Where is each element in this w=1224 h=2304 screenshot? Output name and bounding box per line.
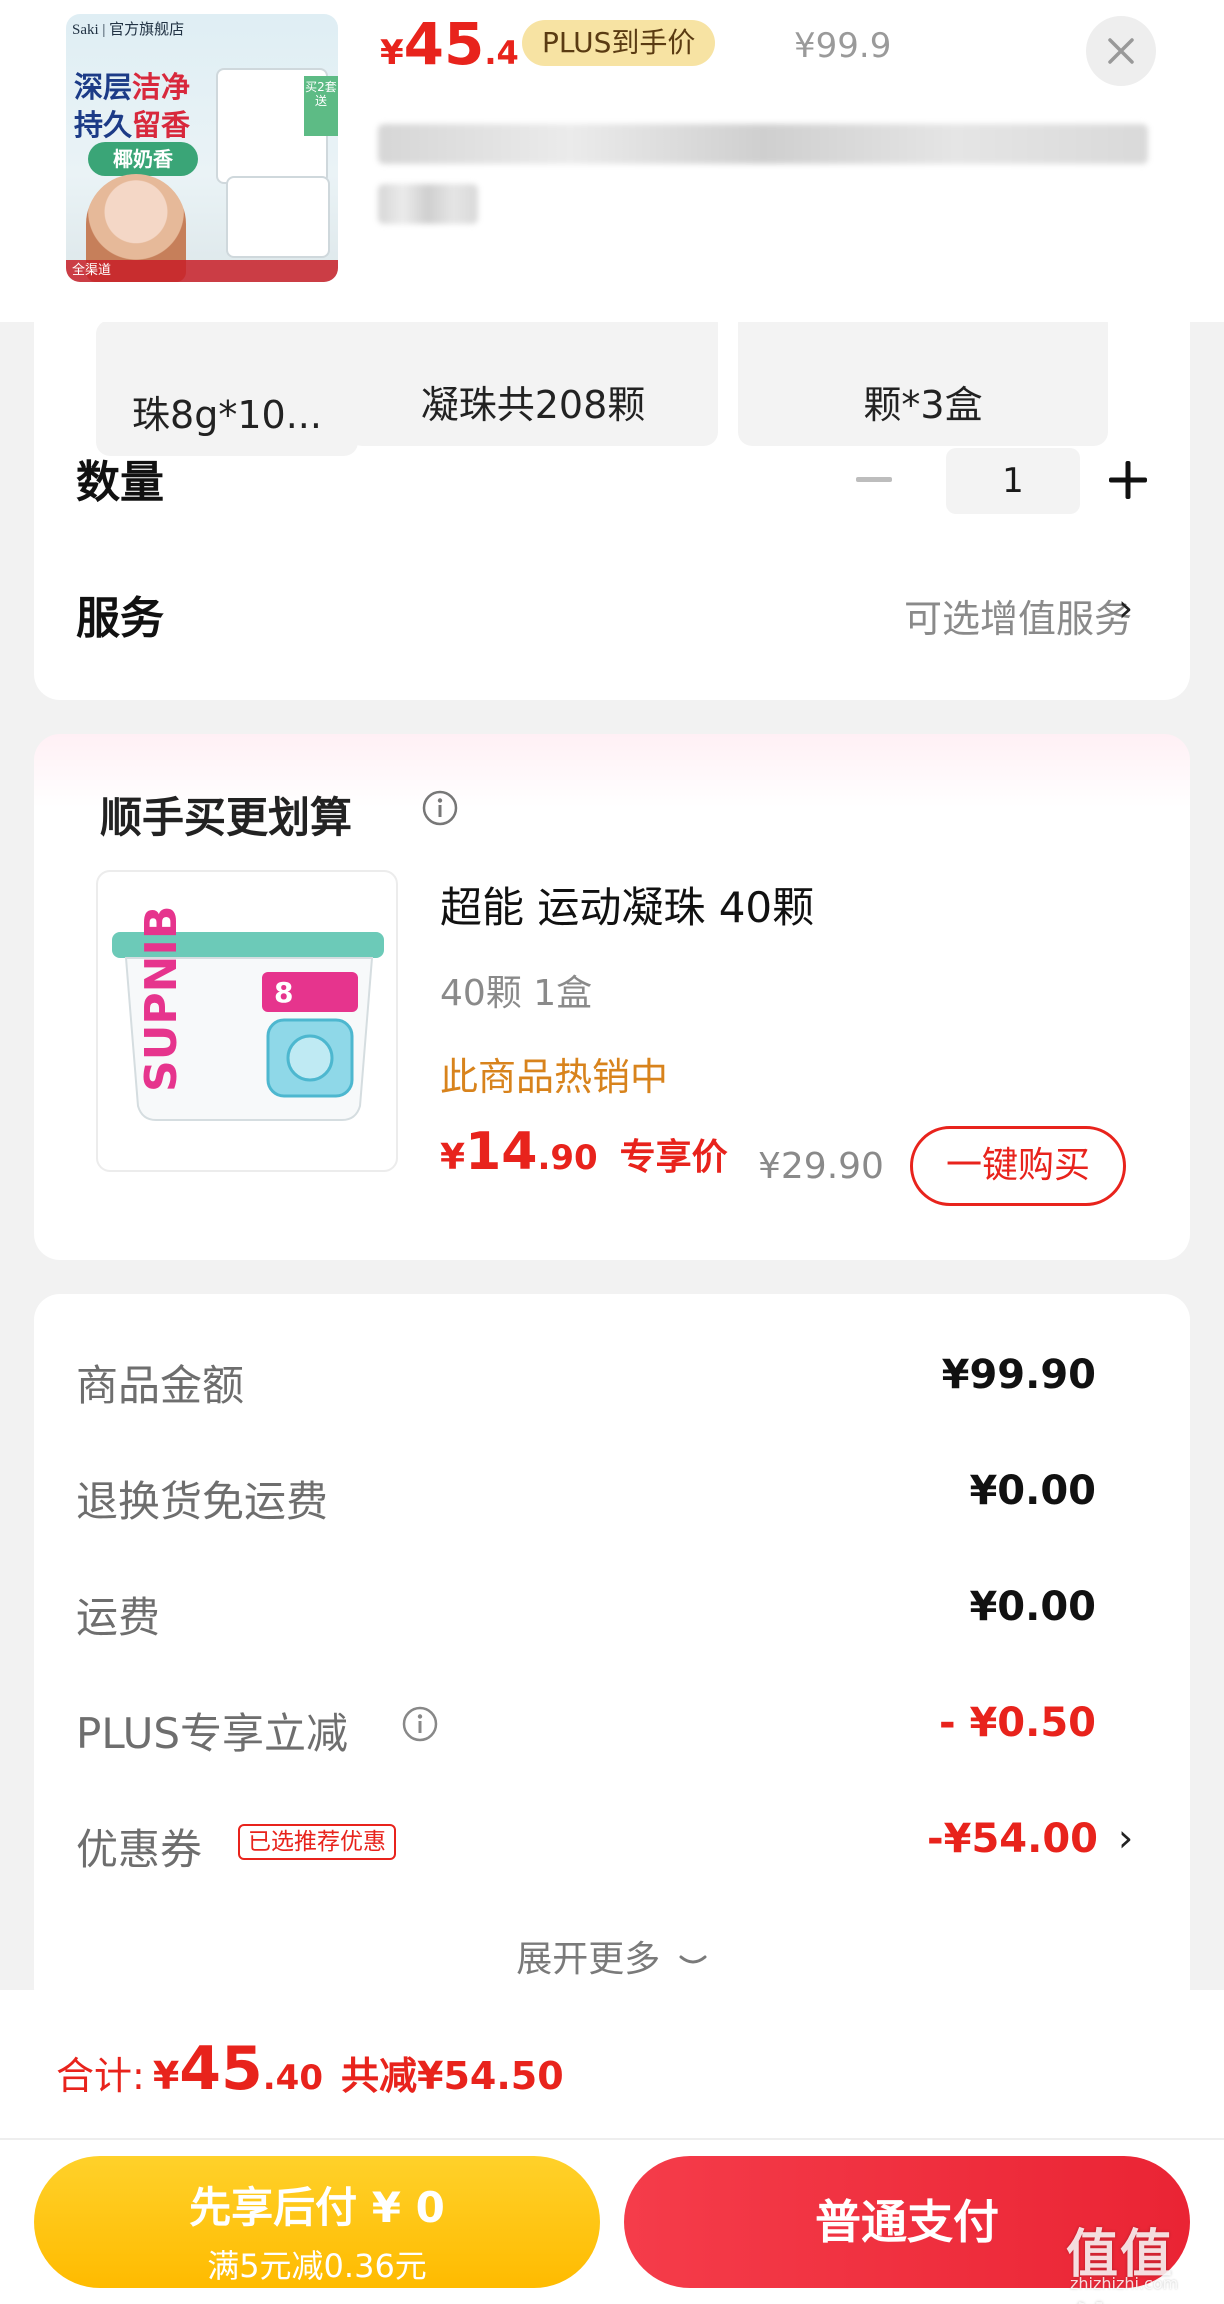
header-price: ¥ 45 .4 bbox=[380, 10, 519, 78]
divider bbox=[0, 2138, 1224, 2140]
detergent-tub-image: SUPNIB 8 bbox=[112, 906, 384, 1121]
product-header: Saki | 官方旗舰店 深层洁净 持久留香 椰奶香 买2套送 全渠道 ¥ 45… bbox=[0, 0, 1224, 322]
bundle-original-price: ¥29.90 bbox=[758, 1146, 884, 1187]
plus-price-tag: PLUS到手价 bbox=[522, 20, 716, 66]
chevron-right-icon[interactable]: › bbox=[1118, 1816, 1133, 1860]
spec-option-chip[interactable]: 凝珠共208颗 bbox=[348, 310, 718, 446]
summary-value-return-shipping: ¥0.00 bbox=[969, 1468, 1096, 1514]
coupon-recommended-tag: 已选推荐优惠 bbox=[238, 1824, 396, 1860]
summary-value-plus-discount: - ¥0.50 bbox=[938, 1700, 1096, 1746]
close-button[interactable] bbox=[1086, 16, 1156, 86]
quantity-label: 数量 bbox=[76, 457, 164, 508]
original-price: ¥99.9 bbox=[794, 26, 892, 66]
bundle-product-spec: 40颗 1盒 bbox=[440, 973, 593, 1014]
bundle-product-name[interactable]: 超能 运动凝珠 40颗 bbox=[440, 874, 814, 935]
summary-value-goods: ¥99.90 bbox=[941, 1352, 1096, 1398]
info-icon[interactable] bbox=[420, 788, 460, 828]
thumb-slogan-line2: 持久留香 bbox=[74, 108, 191, 142]
plus-icon bbox=[1109, 461, 1147, 499]
summary-label-shipping: 运费 bbox=[76, 1593, 161, 1642]
expand-more-button[interactable]: 展开更多 bbox=[34, 1930, 1190, 1982]
chevron-down-icon bbox=[679, 1955, 707, 1964]
product-thumbnail[interactable]: Saki | 官方旗舰店 深层洁净 持久留香 椰奶香 买2套送 全渠道 bbox=[66, 14, 338, 282]
summary-value-shipping: ¥0.00 bbox=[969, 1584, 1096, 1630]
site-watermark-url: zhizhizhi.com bbox=[1070, 2274, 1179, 2293]
thumb-slogan-line1: 深层洁净 bbox=[74, 70, 191, 104]
thumb-scent-badge: 椰奶香 bbox=[88, 142, 198, 176]
pay-later-subtitle: 满5元减0.36元 bbox=[207, 2247, 427, 2285]
svg-text:8: 8 bbox=[274, 976, 293, 1009]
svg-text:SUPNIB: SUPNIB bbox=[136, 906, 187, 1092]
summary-value-coupon[interactable]: -¥54.00 bbox=[927, 1816, 1098, 1862]
order-total: 合计: ¥ 45 .40 共减¥54.50 bbox=[56, 2034, 564, 2104]
thumb-footer: 全渠道 bbox=[66, 260, 338, 282]
bundle-title: 顺手买更划算 bbox=[100, 793, 353, 842]
pay-later-title: 先享后付 ¥ 0 bbox=[189, 2183, 445, 2232]
summary-label-plus-discount: PLUS专享立减 bbox=[76, 1709, 349, 1758]
thumb-brand: Saki | 官方旗舰店 bbox=[72, 22, 185, 38]
chevron-right-icon[interactable]: › bbox=[1118, 586, 1133, 630]
value-added-service-link[interactable]: 可选增值服务 bbox=[904, 588, 1132, 643]
quantity-increment-button[interactable] bbox=[1100, 452, 1156, 508]
pay-later-button[interactable]: 先享后付 ¥ 0 满5元减0.36元 bbox=[34, 2156, 600, 2288]
summary-label-goods: 商品金额 bbox=[76, 1361, 245, 1410]
summary-label-coupon[interactable]: 优惠券 bbox=[76, 1816, 202, 1877]
quantity-input[interactable]: 1 bbox=[946, 448, 1080, 514]
quantity-decrement-button[interactable] bbox=[846, 452, 902, 508]
info-icon[interactable] bbox=[400, 1704, 440, 1744]
service-label: 服务 bbox=[76, 593, 164, 644]
spec-option-chip[interactable]: 珠8g*10... bbox=[96, 320, 358, 456]
checkout-bar: 合计: ¥ 45 .40 共减¥54.50 先享后付 ¥ 0 满5元减0.36元… bbox=[0, 1990, 1224, 2304]
bundle-hot-label: 此商品热销中 bbox=[440, 1055, 669, 1099]
spec-option-chip[interactable]: 颗*3盒 bbox=[738, 310, 1108, 446]
price-summary-card: 商品金额 ¥99.90 退换货免运费 ¥0.00 运费 ¥0.00 PLUS专享… bbox=[34, 1294, 1190, 2014]
thumb-product-box bbox=[226, 176, 330, 258]
close-icon bbox=[1108, 38, 1134, 64]
minus-icon bbox=[856, 477, 892, 482]
bundle-product-image[interactable]: SUPNIB 8 bbox=[96, 870, 398, 1172]
one-click-buy-button[interactable]: 一键购买 bbox=[910, 1126, 1126, 1206]
summary-label-return-shipping: 退换货免运费 bbox=[76, 1477, 329, 1526]
bundle-card: 顺手买更划算 SUPNIB 8 超能 运动凝珠 40颗 40颗 1盒 此商品热销… bbox=[34, 734, 1190, 1260]
redacted-product-title bbox=[378, 124, 1148, 164]
redacted-product-title bbox=[378, 184, 478, 224]
thumb-promo-badge: 买2套送 bbox=[304, 76, 338, 136]
bundle-product-price: ¥ 14 .90 专享价 bbox=[440, 1122, 728, 1182]
